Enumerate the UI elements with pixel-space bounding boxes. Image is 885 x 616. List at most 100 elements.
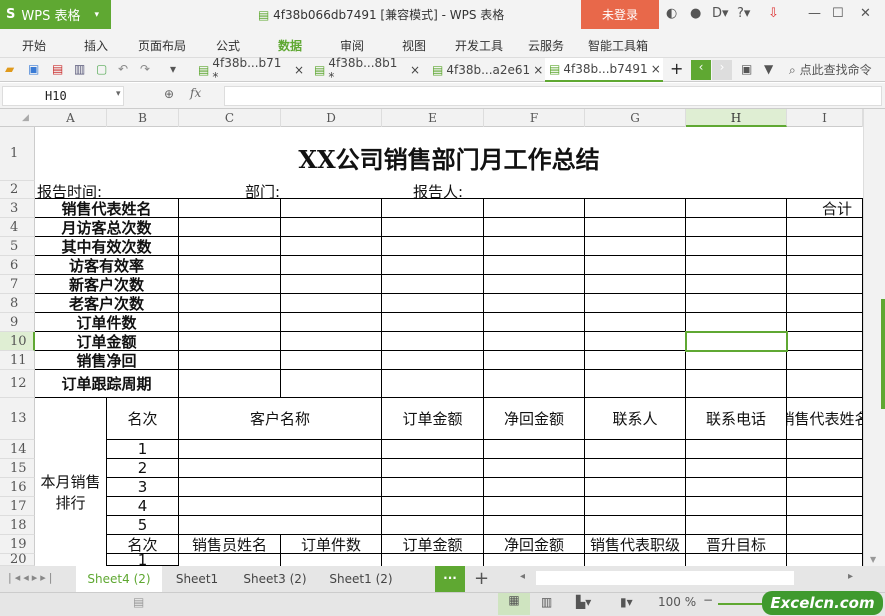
column-header-F[interactable]: F [484, 109, 585, 127]
header2-col[interactable]: 名次 [107, 535, 179, 554]
cell[interactable] [281, 351, 382, 370]
cell[interactable] [787, 313, 863, 332]
cell[interactable] [484, 478, 585, 497]
cell[interactable] [382, 275, 484, 294]
cell[interactable] [382, 497, 484, 516]
column-header-A[interactable]: A [35, 109, 107, 127]
cell[interactable] [484, 516, 585, 535]
skin-icon[interactable]: ◐ [666, 6, 677, 21]
row-header-16[interactable]: 16 [0, 478, 35, 497]
cell[interactable] [787, 535, 863, 554]
tab-list-icon[interactable]: ▼ [764, 62, 773, 76]
cell[interactable] [787, 332, 863, 351]
row-header-17[interactable]: 17 [0, 497, 35, 516]
chevron-down-icon[interactable]: ▾ [116, 89, 121, 99]
header2-col[interactable]: 订单件数 [281, 535, 382, 554]
cell[interactable] [484, 497, 585, 516]
row-header-15[interactable]: 15 [0, 459, 35, 478]
header-col[interactable]: 联系电话 [686, 398, 787, 440]
cell[interactable] [686, 199, 787, 218]
cell[interactable] [787, 237, 863, 256]
doc-tab[interactable]: ▤ 4f38b...a2e61 × [428, 58, 543, 82]
cell[interactable] [585, 554, 686, 566]
cell[interactable] [787, 370, 863, 398]
cell[interactable] [686, 218, 787, 237]
cell[interactable] [382, 459, 484, 478]
header2-col[interactable]: 晋升目标 [686, 535, 787, 554]
cell[interactable] [281, 256, 382, 275]
cell[interactable] [787, 294, 863, 313]
metric-label[interactable]: 老客户次数 [35, 294, 179, 313]
cell[interactable] [281, 370, 382, 398]
cell[interactable] [382, 313, 484, 332]
search-command[interactable]: ⌕ 点此查找命令 [789, 61, 872, 78]
cell[interactable] [686, 370, 787, 398]
cell[interactable] [179, 478, 382, 497]
row-header-5[interactable]: 5 [0, 237, 35, 256]
screen-icon[interactable]: ▣ [741, 62, 752, 76]
cell[interactable] [484, 256, 585, 275]
column-header-I[interactable]: I [787, 109, 863, 127]
metric-label[interactable]: 销售代表姓名 [35, 199, 179, 218]
column-header-D[interactable]: D [281, 109, 382, 127]
row-header-6[interactable]: 6 [0, 256, 35, 275]
header2-col[interactable]: 销售员姓名 [179, 535, 281, 554]
cell[interactable] [484, 370, 585, 398]
menu-1[interactable]: 插入 [84, 37, 108, 54]
cell[interactable] [484, 294, 585, 313]
cell[interactable] [484, 313, 585, 332]
metric-label[interactable]: 月访客总次数 [35, 218, 179, 237]
selected-cell-h10[interactable] [685, 331, 788, 352]
cell[interactable] [179, 497, 382, 516]
menu-5[interactable]: 审阅 [340, 37, 364, 54]
cell[interactable] [585, 459, 686, 478]
cell[interactable] [484, 332, 585, 351]
menu-0[interactable]: 开始 [22, 37, 46, 54]
undo-icon[interactable]: ↶ [118, 62, 128, 76]
row-header-3[interactable]: 3 [0, 199, 35, 218]
rank-number[interactable]: 3 [107, 478, 179, 497]
menu-3[interactable]: 公式 [216, 37, 240, 54]
sheet-tab[interactable]: Sheet1 (2) [318, 566, 404, 592]
cell[interactable] [787, 275, 863, 294]
cell[interactable] [585, 440, 686, 459]
vertical-scrollbar[interactable]: ▼ [863, 109, 885, 566]
add-sheet-icon[interactable]: + [474, 568, 489, 589]
metric-label[interactable]: 订单件数 [35, 313, 179, 332]
menu-4[interactable]: 数据 [278, 37, 302, 54]
cell[interactable] [585, 497, 686, 516]
cell[interactable] [382, 478, 484, 497]
close-tab-icon[interactable]: × [651, 62, 661, 76]
sheet-tab[interactable]: Sheet1 [162, 566, 232, 592]
sheet-tab[interactable]: Sheet3 (2) [232, 566, 318, 592]
cell[interactable] [787, 497, 863, 516]
cell[interactable] [585, 237, 686, 256]
login-button[interactable]: 未登录 [581, 0, 659, 29]
select-all-icon[interactable]: ◢ [22, 113, 29, 123]
menu-2[interactable]: 页面布局 [138, 37, 186, 54]
row-header-20[interactable]: 20 [0, 552, 35, 567]
cell[interactable] [484, 440, 585, 459]
cell[interactable] [787, 218, 863, 237]
metric-label[interactable]: 销售净回 [35, 351, 179, 370]
close-tab-icon[interactable]: × [410, 63, 420, 77]
menu-7[interactable]: 开发工具 [455, 37, 503, 54]
cell[interactable] [686, 440, 787, 459]
cell[interactable] [179, 332, 281, 351]
cell[interactable] [787, 459, 863, 478]
cell[interactable] [179, 256, 281, 275]
header2-col[interactable]: 订单金额 [382, 535, 484, 554]
cell[interactable] [382, 199, 484, 218]
tab-prev-icon[interactable]: ‹ [691, 60, 711, 80]
cell[interactable] [787, 440, 863, 459]
cell[interactable] [686, 294, 787, 313]
header-customer[interactable]: 客户名称 [179, 398, 382, 440]
cell[interactable] [179, 237, 281, 256]
horizontal-scrollbar[interactable] [536, 571, 794, 585]
cell[interactable] [281, 332, 382, 351]
metric-label[interactable]: 订单金额 [35, 332, 179, 351]
cell[interactable] [787, 478, 863, 497]
rank-number[interactable]: 4 [107, 497, 179, 516]
menu-9[interactable]: 智能工具箱 [588, 37, 648, 54]
open-icon[interactable]: ▰ [5, 62, 14, 76]
